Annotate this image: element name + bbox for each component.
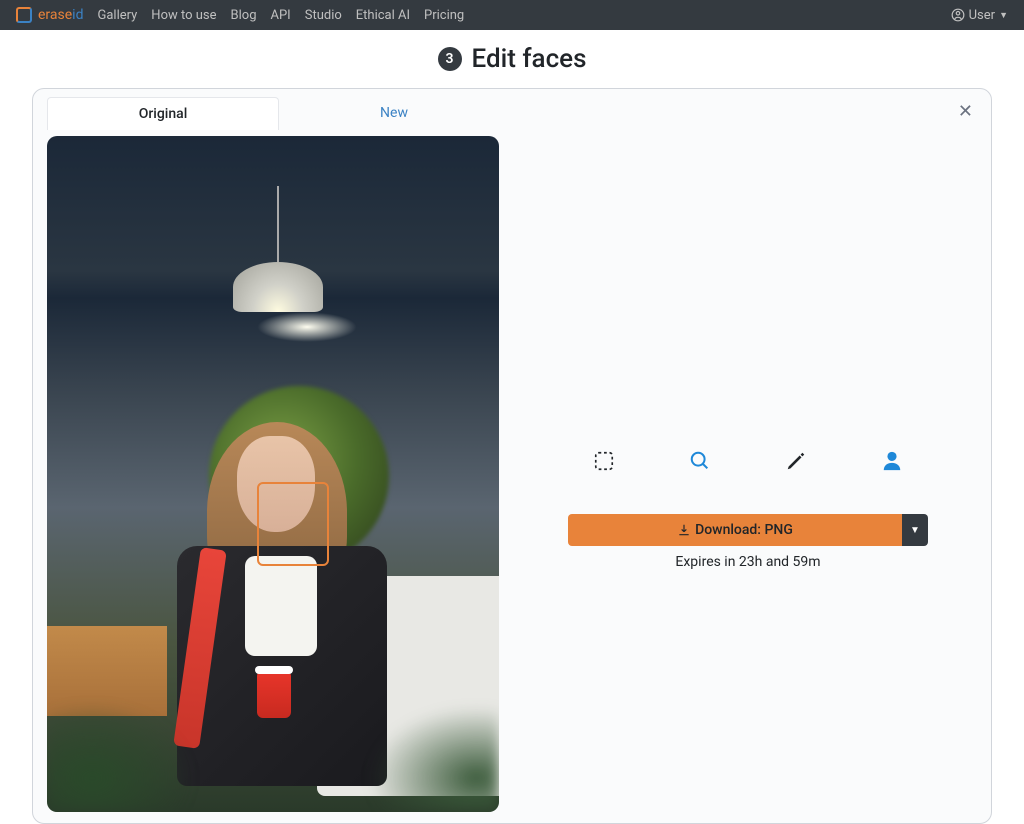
edit-tool[interactable] bbox=[785, 450, 807, 472]
editor-panel: ✕ Original New bbox=[32, 88, 992, 824]
image-preview bbox=[47, 136, 499, 812]
nav-blog[interactable]: Blog bbox=[231, 8, 257, 23]
user-menu[interactable]: User ▼ bbox=[951, 8, 1008, 23]
controls-panel: Download: PNG ▼ Expires in 23h and 59m bbox=[519, 130, 977, 570]
pencil-icon bbox=[785, 450, 807, 472]
user-label: User bbox=[969, 8, 995, 23]
person-icon bbox=[881, 450, 903, 472]
brand[interactable]: eraseid bbox=[38, 7, 83, 23]
download-dropdown[interactable]: ▼ bbox=[902, 514, 928, 546]
download-label: Download: PNG bbox=[695, 522, 793, 538]
nav-links: Gallery How to use Blog API Studio Ethic… bbox=[97, 8, 950, 23]
nav-ethical[interactable]: Ethical AI bbox=[356, 8, 410, 23]
page-header: 3 Edit faces bbox=[0, 44, 1024, 74]
nav-pricing[interactable]: Pricing bbox=[424, 8, 464, 23]
expires-text: Expires in 23h and 59m bbox=[675, 554, 820, 570]
logo-icon bbox=[16, 7, 32, 23]
tab-original[interactable]: Original bbox=[47, 97, 279, 130]
person-tool[interactable] bbox=[881, 450, 903, 472]
select-icon bbox=[593, 450, 615, 472]
chevron-down-icon: ▼ bbox=[999, 10, 1008, 21]
user-icon bbox=[951, 8, 965, 22]
select-tool[interactable] bbox=[593, 450, 615, 472]
tab-new[interactable]: New bbox=[279, 97, 509, 130]
close-icon[interactable]: ✕ bbox=[958, 101, 973, 122]
magnifier-icon bbox=[689, 449, 711, 473]
download-group: Download: PNG ▼ bbox=[568, 514, 928, 546]
nav-api[interactable]: API bbox=[271, 8, 291, 23]
nav-gallery[interactable]: Gallery bbox=[97, 8, 137, 23]
navbar: eraseid Gallery How to use Blog API Stud… bbox=[0, 0, 1024, 30]
zoom-tool[interactable] bbox=[689, 450, 711, 472]
toolbar bbox=[593, 450, 903, 472]
step-badge: 3 bbox=[438, 47, 462, 71]
nav-howto[interactable]: How to use bbox=[151, 8, 216, 23]
page-title: Edit faces bbox=[472, 44, 587, 74]
nav-studio[interactable]: Studio bbox=[305, 8, 342, 23]
download-icon bbox=[677, 523, 691, 537]
download-button[interactable]: Download: PNG bbox=[568, 514, 902, 546]
tabs: Original New bbox=[47, 97, 509, 130]
chevron-down-icon: ▼ bbox=[910, 525, 920, 536]
